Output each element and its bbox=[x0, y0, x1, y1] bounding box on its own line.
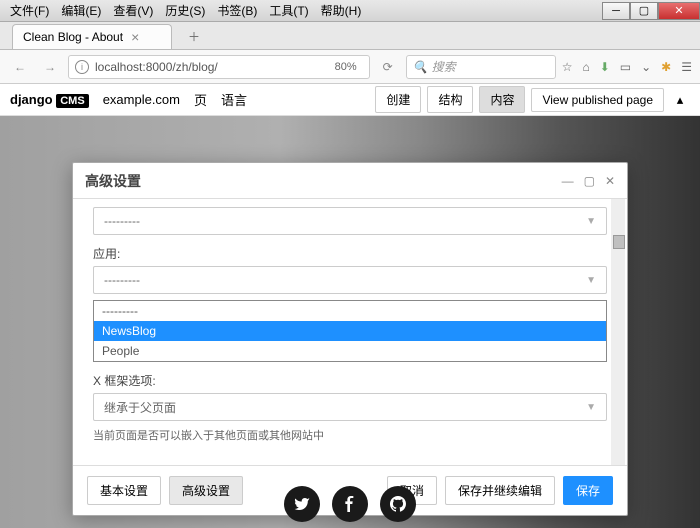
cms-structure-button[interactable]: 结构 bbox=[427, 86, 473, 113]
advanced-settings-button[interactable]: 高级设置 bbox=[169, 476, 243, 505]
select-xframe[interactable]: 继承于父页面 ▼ bbox=[93, 393, 607, 421]
twitter-icon[interactable] bbox=[284, 486, 320, 522]
cms-menu-page[interactable]: 页 bbox=[194, 90, 207, 109]
dropdown-option-people[interactable]: People bbox=[94, 341, 606, 361]
browser-tab[interactable]: Clean Blog - About × bbox=[12, 24, 172, 49]
menu-help[interactable]: 帮助(H) bbox=[315, 0, 368, 21]
url-text: localhost:8000/zh/blog/ bbox=[95, 60, 323, 74]
browser-tabbar: Clean Blog - About × ＋ bbox=[0, 22, 700, 50]
browser-toolbar-icons: ☆ ⌂ ⬇ ▭ ⌄ ✱ ☰ bbox=[562, 60, 692, 74]
help-text-xframe: 当前页面是否可以嵌入于其他页面或其他网站中 bbox=[93, 427, 607, 443]
label-application: 应用: bbox=[93, 245, 607, 262]
chevron-down-icon: ▼ bbox=[586, 275, 596, 286]
menu-view[interactable]: 查看(V) bbox=[107, 0, 159, 21]
cms-menu-language[interactable]: 语言 bbox=[221, 90, 247, 109]
zoom-level[interactable]: 80% bbox=[335, 61, 357, 73]
cms-collapse-icon[interactable]: ▴ bbox=[670, 90, 690, 110]
window-maximize-button[interactable]: ▢ bbox=[630, 2, 658, 20]
window-close-button[interactable]: ✕ bbox=[658, 2, 700, 20]
modal-close-icon[interactable]: ✕ bbox=[605, 174, 615, 188]
application-dropdown: --------- NewsBlog People bbox=[93, 300, 607, 362]
hamburger-menu-icon[interactable]: ☰ bbox=[681, 60, 692, 74]
page-info-icon[interactable]: i bbox=[75, 60, 89, 74]
modal-scrollbar[interactable] bbox=[611, 199, 625, 465]
select-application[interactable]: --------- ▼ bbox=[93, 266, 607, 294]
home-icon[interactable]: ⌂ bbox=[582, 60, 589, 74]
downloads-icon[interactable]: ⬇ bbox=[600, 60, 610, 74]
reload-button[interactable]: ⟳ bbox=[376, 55, 400, 79]
cms-toolbar: django CMS example.com 页 语言 创建 结构 内容 Vie… bbox=[0, 84, 700, 116]
save-button[interactable]: 保存 bbox=[563, 476, 613, 505]
search-placeholder: 搜索 bbox=[432, 58, 456, 75]
save-continue-button[interactable]: 保存并继续编辑 bbox=[445, 476, 555, 505]
modal-minimize-icon[interactable]: — bbox=[562, 174, 574, 188]
pocket-icon[interactable]: ⌄ bbox=[641, 60, 651, 74]
label-xframe: X 框架选项: bbox=[93, 372, 607, 389]
cms-view-published-button[interactable]: View published page bbox=[531, 88, 664, 112]
modal-header: 高级设置 — ▢ ✕ bbox=[73, 163, 627, 199]
menu-bar: 文件(F) 编辑(E) 查看(V) 历史(S) 书签(B) 工具(T) 帮助(H… bbox=[0, 0, 367, 21]
nav-back-button[interactable]: ← bbox=[8, 55, 32, 79]
menu-history[interactable]: 历史(S) bbox=[159, 0, 211, 21]
dropdown-option-none[interactable]: --------- bbox=[94, 301, 606, 321]
modal-maximize-icon[interactable]: ▢ bbox=[584, 174, 595, 188]
nav-forward-button[interactable]: → bbox=[38, 55, 62, 79]
page-content: 高级设置 — ▢ ✕ --------- ▼ 应用: --------- ▼ bbox=[0, 116, 700, 528]
chevron-down-icon: ▼ bbox=[586, 216, 596, 227]
github-icon[interactable] bbox=[380, 486, 416, 522]
library-icon[interactable]: ▭ bbox=[620, 60, 631, 74]
address-bar[interactable]: i localhost:8000/zh/blog/ 80% bbox=[68, 55, 370, 79]
modal-title: 高级设置 bbox=[85, 171, 141, 191]
extension-icon[interactable]: ✱ bbox=[661, 60, 671, 74]
dropdown-option-newsblog[interactable]: NewsBlog bbox=[94, 321, 606, 341]
advanced-settings-modal: 高级设置 — ▢ ✕ --------- ▼ 应用: --------- ▼ bbox=[72, 162, 628, 516]
os-titlebar: 文件(F) 编辑(E) 查看(V) 历史(S) 书签(B) 工具(T) 帮助(H… bbox=[0, 0, 700, 22]
menu-tools[interactable]: 工具(T) bbox=[263, 0, 314, 21]
cms-create-button[interactable]: 创建 bbox=[375, 86, 421, 113]
social-icons bbox=[284, 486, 416, 522]
tab-close-icon[interactable]: × bbox=[131, 29, 139, 45]
basic-settings-button[interactable]: 基本设置 bbox=[87, 476, 161, 505]
cms-content-button[interactable]: 内容 bbox=[479, 86, 525, 113]
search-box[interactable]: 🔍 搜索 bbox=[406, 55, 556, 79]
tab-title: Clean Blog - About bbox=[23, 30, 123, 44]
modal-body: --------- ▼ 应用: --------- ▼ --------- Ne… bbox=[73, 199, 627, 465]
facebook-icon[interactable] bbox=[332, 486, 368, 522]
select-field-top[interactable]: --------- ▼ bbox=[93, 207, 607, 235]
menu-file[interactable]: 文件(F) bbox=[4, 0, 55, 21]
new-tab-button[interactable]: ＋ bbox=[180, 24, 208, 49]
search-icon: 🔍 bbox=[413, 60, 428, 74]
window-minimize-button[interactable]: ─ bbox=[602, 2, 630, 20]
cms-site[interactable]: example.com bbox=[103, 92, 180, 107]
menu-edit[interactable]: 编辑(E) bbox=[55, 0, 107, 21]
bookmark-icon[interactable]: ☆ bbox=[562, 60, 573, 74]
browser-urlbar: ← → i localhost:8000/zh/blog/ 80% ⟳ 🔍 搜索… bbox=[0, 50, 700, 84]
cms-logo[interactable]: django CMS bbox=[10, 92, 89, 107]
menu-bookmarks[interactable]: 书签(B) bbox=[211, 0, 263, 21]
chevron-down-icon: ▼ bbox=[586, 402, 596, 413]
window-controls: ─ ▢ ✕ bbox=[602, 2, 700, 20]
